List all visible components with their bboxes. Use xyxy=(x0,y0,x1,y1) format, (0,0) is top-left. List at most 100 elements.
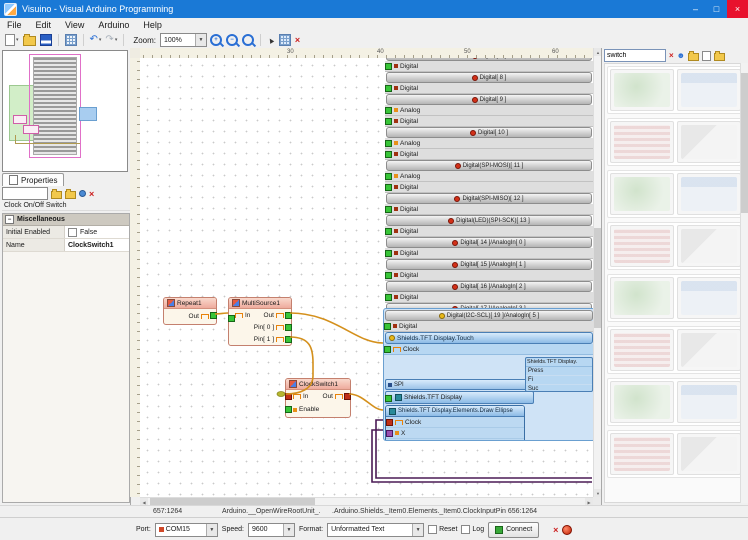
copy-component-icon[interactable] xyxy=(702,51,711,61)
touch-panel-header[interactable]: Shields.TFT Display.Touch xyxy=(385,332,593,344)
category-folder-icon[interactable] xyxy=(688,53,699,61)
clear-search-icon[interactable]: × xyxy=(669,51,674,60)
pin-connector[interactable] xyxy=(385,206,392,213)
overview-minimap[interactable] xyxy=(2,50,128,172)
select-mode-button[interactable]: ▲ xyxy=(266,35,276,46)
board-channel-row[interactable]: Digital xyxy=(385,204,593,215)
tft-display-bar[interactable]: Shields.TFT Display xyxy=(385,391,534,404)
board-channel-row[interactable]: Analog xyxy=(385,138,593,149)
board-pin-header[interactable]: Digital(SPI-MOSI)[ 11 ] xyxy=(386,160,592,171)
reset-checkbox[interactable]: Reset xyxy=(428,525,457,534)
board-pin-header[interactable]: Digital[ 14 ]/AnalogIn[ 0 ] xyxy=(386,237,592,248)
clock-pin-connector[interactable] xyxy=(384,346,391,353)
board-pin-header[interactable]: Digital[ 16 ]/AnalogIn[ 2 ] xyxy=(386,281,592,292)
new-project-button[interactable]: ▾ xyxy=(4,33,20,47)
board-channel-row[interactable]: Digital xyxy=(385,61,593,72)
ellipse-pin-connector[interactable] xyxy=(386,430,393,437)
connect-button[interactable]: Connect xyxy=(488,522,539,538)
chevron-down-icon[interactable]: ▼ xyxy=(195,34,206,46)
clockswitch1-header[interactable]: ClockSwitch1 xyxy=(286,379,350,390)
chevron-down-icon[interactable]: ▼ xyxy=(412,524,423,536)
board-pin-header[interactable]: Digital[ 8 ] xyxy=(386,72,592,83)
clear-filter-icon[interactable]: × xyxy=(89,189,94,199)
board-pin-header[interactable]: Digital(SPI-MISO)[ 12 ] xyxy=(386,193,592,204)
multisource1-header[interactable]: MultiSource1 xyxy=(229,298,291,309)
property-row[interactable]: Initial EnabledFalse xyxy=(3,226,129,239)
save-project-button[interactable] xyxy=(39,33,53,47)
minimize-button[interactable]: – xyxy=(685,0,706,18)
clockswitch1-in-connector[interactable] xyxy=(285,393,292,400)
palette-item[interactable] xyxy=(610,121,674,163)
touch-properties-box[interactable]: Shields.TFT Display. PressFiSuc xyxy=(525,357,593,392)
palette-item[interactable] xyxy=(610,69,674,111)
pin-connector[interactable] xyxy=(385,250,392,257)
tab-properties[interactable]: Properties xyxy=(2,173,64,186)
ellipse-pin-row[interactable]: X xyxy=(386,428,524,439)
board-channel-row[interactable]: Digital xyxy=(385,248,593,259)
board-channel-row[interactable]: Analog xyxy=(385,105,593,116)
property-value[interactable]: ClockSwitch1 xyxy=(65,239,129,251)
menu-file[interactable]: File xyxy=(0,20,29,30)
pin-connector[interactable] xyxy=(385,294,392,301)
checkbox-icon[interactable] xyxy=(428,525,437,534)
pin-connector[interactable] xyxy=(385,85,392,92)
redo-button[interactable]: ↷▾ xyxy=(104,34,118,46)
palette-item[interactable] xyxy=(677,277,741,319)
log-checkbox[interactable]: Log xyxy=(461,525,484,534)
menu-view[interactable]: View xyxy=(58,20,91,30)
menu-edit[interactable]: Edit xyxy=(29,20,59,30)
format-combo[interactable]: Unformatted Text ▼ xyxy=(327,523,424,537)
clockswitch1-out-connector[interactable] xyxy=(344,393,351,400)
clockswitch1-enable-connector[interactable] xyxy=(285,406,292,413)
palette-item[interactable] xyxy=(677,121,741,163)
property-category[interactable]: − Miscellaneous xyxy=(3,214,129,226)
board-pin-header[interactable]: Digital[ 15 ]/AnalogIn[ 1 ] xyxy=(386,259,592,270)
board-pin-header[interactable]: Digital(LED)(SPI-SCK)[ 13 ] xyxy=(386,215,592,226)
display-pin-connector[interactable] xyxy=(385,395,392,402)
property-value[interactable]: False xyxy=(65,226,129,238)
palette-item[interactable] xyxy=(610,329,674,371)
zoom-in-button[interactable]: + xyxy=(209,33,223,47)
palette-scroll-thumb[interactable] xyxy=(741,73,748,213)
palette-item[interactable] xyxy=(610,381,674,423)
palette-item[interactable] xyxy=(677,225,741,267)
palette-item[interactable] xyxy=(677,381,741,423)
board-pin-header[interactable]: Digital[ 10 ] xyxy=(386,127,592,138)
pin-connector[interactable] xyxy=(385,140,392,147)
user-filter-icon[interactable]: ☻ xyxy=(677,51,685,60)
pin-connector[interactable] xyxy=(385,63,392,70)
speed-combo[interactable]: 9600 ▼ xyxy=(248,523,295,537)
zoom-combo[interactable]: 100% ▼ xyxy=(160,33,207,47)
pin-connector[interactable] xyxy=(385,118,392,125)
open-project-button[interactable] xyxy=(22,33,37,47)
palette-item[interactable] xyxy=(610,173,674,215)
component-multisource1[interactable]: MultiSource1 In OutPin[ 0 ]Pin[ 1 ] xyxy=(228,297,292,346)
component-palette[interactable] xyxy=(604,63,747,503)
close-button[interactable]: × xyxy=(727,0,748,18)
palette-item[interactable] xyxy=(677,329,741,371)
pin-connector[interactable] xyxy=(384,323,391,330)
board-channel-row[interactable]: Digital xyxy=(385,116,593,127)
property-row[interactable]: NameClockSwitch1 xyxy=(3,239,129,252)
select-region-button[interactable] xyxy=(278,33,292,47)
chevron-down-icon[interactable]: ▼ xyxy=(206,524,217,536)
component-repeat1[interactable]: Repeat1 Out xyxy=(163,297,217,325)
touch-clock-row[interactable]: Clock xyxy=(384,344,593,355)
design-canvas[interactable]: Digital[ 7 ]DigitalDigital[ 8 ]DigitalDi… xyxy=(140,58,593,497)
menu-arduino[interactable]: Arduino xyxy=(91,20,136,30)
palette-item[interactable] xyxy=(677,173,741,215)
pin-connector[interactable] xyxy=(385,173,392,180)
component-clockswitch1[interactable]: ClockSwitch1 In Out Enable xyxy=(285,378,351,418)
draw-ellipse-element[interactable]: Shields.TFT Display.Elements.Draw Ellips… xyxy=(385,405,525,441)
draw-ellipse-header[interactable]: Shields.TFT Display.Elements.Draw Ellips… xyxy=(386,406,524,417)
port-combo[interactable]: COM15 ▼ xyxy=(155,523,218,537)
ellipse-pin-row[interactable]: Clock xyxy=(386,417,524,428)
multisource1-in-connector[interactable] xyxy=(228,315,235,322)
checkbox-icon[interactable] xyxy=(68,228,77,237)
board-channel-row[interactable]: Digital xyxy=(385,270,593,281)
property-filter-input[interactable] xyxy=(2,187,48,200)
delete-button[interactable]: × xyxy=(294,34,301,46)
component-search-input[interactable] xyxy=(604,49,666,62)
repeat1-header[interactable]: Repeat1 xyxy=(164,298,216,309)
multisource1-output-connector[interactable] xyxy=(285,336,292,343)
